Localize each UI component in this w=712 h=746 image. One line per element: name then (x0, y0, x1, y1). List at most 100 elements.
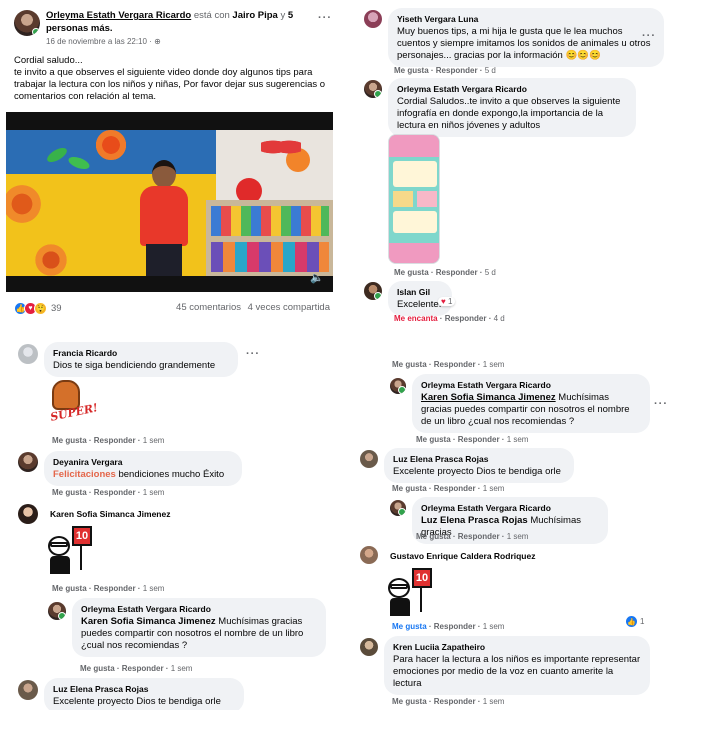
comment-author[interactable]: Orleyma Estath Vergara Ricardo (421, 502, 599, 514)
reply-button[interactable]: Responder (436, 66, 478, 75)
shares-count[interactable]: 4 veces compartida (248, 302, 330, 313)
heart-icon: ♥ (441, 297, 446, 306)
mention-tag[interactable]: Luz Elena Prasca Rojas (421, 515, 528, 526)
sticker-sign: 10 (412, 568, 432, 588)
deyanira-avatar[interactable] (18, 452, 38, 472)
with-text: está con (193, 10, 230, 21)
reply-button[interactable]: Responder (434, 360, 476, 369)
author-avatar[interactable] (14, 10, 40, 36)
react-count: 1 (447, 297, 453, 306)
comment-author[interactable]: Kren Luciia Zapatheiro (393, 641, 641, 653)
post-text: Cordial saludo... te invito a que observ… (14, 55, 334, 103)
like-reaction-badge[interactable]: 👍 1 (626, 616, 644, 627)
comment-more-icon[interactable]: ··· (654, 398, 668, 410)
comment-author[interactable]: Deyanira Vergara (53, 456, 233, 468)
love-reaction-badge[interactable]: ♥ 1 (438, 297, 456, 306)
reply-button[interactable]: Responder (434, 484, 476, 493)
comment-author[interactable]: Orleyma Estath Vergara Ricardo (81, 603, 317, 615)
sign-number: 10 (75, 530, 89, 542)
comment-author[interactable]: Luz Elena Prasca Rojas (53, 683, 235, 695)
comment-time: 5 d (484, 268, 496, 277)
like-button[interactable]: Me gusta (416, 435, 451, 444)
reply-button[interactable]: Responder (458, 435, 500, 444)
infographic-image[interactable] (388, 134, 440, 264)
reactions-bar[interactable]: 👍 ♥ 😲 39 (14, 300, 62, 316)
reply-button[interactable]: Responder (94, 584, 136, 593)
like-button[interactable]: Me gusta (80, 664, 115, 673)
orleyma-avatar[interactable] (364, 80, 382, 98)
comment-author[interactable]: Orleyma Estath Vergara Ricardo (421, 379, 641, 391)
orleyma-avatar[interactable] (48, 602, 66, 620)
infographic-block-2 (393, 191, 413, 207)
karen-avatar[interactable] (18, 504, 38, 524)
comment-highlight: Felicitaciones (53, 469, 116, 480)
sticker-torso (390, 598, 410, 616)
comment-actions: Me gusta · Responder · 1 sem (52, 488, 165, 497)
comment-time: 5 d (484, 66, 496, 75)
comment-kren: Kren Luciia Zapatheiro Para hacer la lec… (384, 636, 650, 695)
islan-avatar[interactable] (364, 282, 382, 300)
comment-actions: Me encanta · Responder · 4 d (394, 314, 505, 323)
post-panel: Orleyma Estath Vergara Ricardo está con … (0, 0, 344, 324)
post-header: Orleyma Estath Vergara Ricardo está con … (46, 9, 308, 35)
video-player[interactable]: 🔈 (6, 112, 333, 292)
reply-button[interactable]: Responder (94, 488, 136, 497)
orleyma-avatar[interactable] (390, 500, 406, 516)
post-text-line1: Cordial saludo... (14, 55, 83, 66)
luz-avatar[interactable] (18, 680, 38, 700)
comment-author[interactable]: Luz Elena Prasca Rojas (393, 453, 565, 465)
like-button[interactable]: Me gusta (394, 66, 429, 75)
comment-author[interactable]: Francia Ricardo (53, 347, 229, 359)
comment-author[interactable]: Yiseth Vergara Luna (397, 13, 655, 25)
comment-text: bendiciones mucho Éxito (118, 469, 225, 480)
comment-author[interactable]: Orleyma Estath Vergara Ricardo (397, 83, 627, 95)
comment-deyanira: Deyanira Vergara Felicitaciones bendicio… (44, 451, 242, 486)
volume-icon[interactable]: 🔈 (310, 271, 324, 284)
reply-button[interactable]: Responder (436, 268, 478, 277)
comment-actions: Me gusta · Responder · 1 sem (392, 484, 505, 493)
comment-author[interactable]: Gustavo Enrique Caldera Rodriquez (390, 551, 535, 561)
reply-button[interactable]: Responder (445, 314, 487, 323)
kren-avatar[interactable] (360, 638, 378, 656)
love-button[interactable]: Me encanta (394, 314, 438, 323)
comment-time: 1 sem (482, 622, 505, 631)
orleyma-avatar[interactable] (390, 378, 406, 394)
post-more-icon[interactable]: ··· (318, 12, 332, 24)
like-button[interactable]: Me gusta (392, 484, 427, 493)
reply-button[interactable]: Responder (122, 664, 164, 673)
author-name[interactable]: Orleyma Estath Vergara Ricardo (46, 10, 191, 21)
reply-button[interactable]: Responder (458, 532, 500, 541)
like-button[interactable]: Me gusta (392, 697, 427, 706)
reply-button[interactable]: Responder (434, 622, 476, 631)
comment-orleyma: Orleyma Estath Vergara Ricardo Cordial S… (388, 78, 636, 137)
yiseth-avatar[interactable] (364, 10, 382, 28)
like-icon: 👍 (626, 616, 637, 627)
reply-button[interactable]: Responder (94, 436, 136, 445)
comment-francia: Francia Ricardo Dios te siga bendiciendo… (44, 342, 238, 377)
mention-tag[interactable]: Karen Sofia Simanca Jimenez (81, 616, 216, 627)
luz-avatar[interactable] (360, 450, 378, 468)
like-button[interactable]: Me gusta (394, 268, 429, 277)
like-button[interactable]: Me gusta (416, 532, 451, 541)
like-button[interactable]: Me gusta (52, 436, 87, 445)
comment-more-icon[interactable]: ··· (246, 348, 260, 360)
post-date[interactable]: 16 de noviembre a las 22:10 · ⊕ (46, 37, 161, 46)
comment-text: Dios te siga bendiciendo grandemente (53, 360, 216, 371)
reply-button[interactable]: Responder (434, 697, 476, 706)
video-frame (6, 130, 333, 276)
comments-count[interactable]: 45 comentarios (176, 302, 241, 313)
like-button[interactable]: Me gusta (52, 488, 87, 497)
mention-tag[interactable]: Karen Sofia Simanca Jimenez (421, 392, 556, 403)
comment-author[interactable]: Karen Sofia Simanca Jimenez (50, 509, 170, 519)
francia-avatar[interactable] (18, 344, 38, 364)
post-text-line2: te invito a que observes el siguiente vi… (14, 67, 326, 102)
like-button[interactable]: Me gusta (392, 360, 427, 369)
like-button[interactable]: Me gusta (52, 584, 87, 593)
comment-more-icon[interactable]: ··· (642, 30, 656, 42)
comment-actions: Me gusta · Responder · 5 d (394, 66, 496, 75)
like-button[interactable]: Me gusta (392, 622, 427, 631)
gustavo-avatar[interactable] (360, 546, 378, 564)
tagged-name[interactable]: Jairo Pipa (232, 10, 277, 21)
post-date-text: 16 de noviembre a las 22:10 · (46, 37, 152, 46)
comment-author[interactable]: Islan Gil (397, 286, 443, 298)
